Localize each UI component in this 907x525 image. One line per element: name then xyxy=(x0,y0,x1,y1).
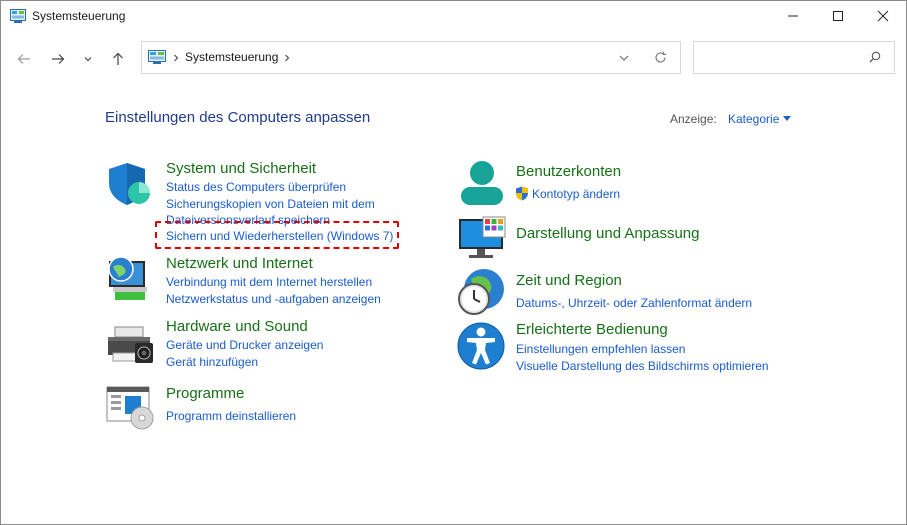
chevron-right-icon[interactable] xyxy=(173,54,179,62)
link-devices-printers[interactable]: Geräte und Drucker anzeigen xyxy=(166,338,323,352)
highlight-box xyxy=(155,221,399,249)
category-title-appearance[interactable]: Darstellung und Anpassung xyxy=(516,225,699,242)
programs-icon[interactable] xyxy=(105,385,157,431)
address-bar[interactable]: Systemsteuerung xyxy=(141,41,681,74)
address-history-chevron-icon[interactable] xyxy=(619,55,629,61)
system-security-shield-icon[interactable] xyxy=(105,161,155,207)
category-title-programs[interactable]: Programme xyxy=(166,385,244,402)
close-icon xyxy=(877,10,889,22)
back-button[interactable] xyxy=(13,48,35,70)
minimize-icon xyxy=(788,15,798,17)
forward-button[interactable] xyxy=(47,48,69,70)
control-panel-icon xyxy=(10,9,26,23)
network-globe-icon[interactable] xyxy=(105,255,157,303)
maximize-button[interactable] xyxy=(815,1,861,31)
link-recommend-settings[interactable]: Einstellungen empfehlen lassen xyxy=(516,342,685,356)
category-title-time-region[interactable]: Zeit und Region xyxy=(516,272,622,289)
title-bar: Systemsteuerung xyxy=(1,1,906,31)
navigation-bar: Systemsteuerung xyxy=(1,39,906,79)
category-title-network-internet[interactable]: Netzwerk und Internet xyxy=(166,255,313,272)
control-panel-window: Systemsteuerung Systemsteuerung Einstell… xyxy=(0,0,907,525)
search-box[interactable] xyxy=(693,41,895,74)
link-check-computer-status[interactable]: Status des Computers überprüfen xyxy=(166,180,346,194)
chevron-down-icon xyxy=(84,57,92,62)
uac-shield-icon xyxy=(516,186,528,201)
arrow-up-icon xyxy=(113,52,123,65)
link-add-device[interactable]: Gerät hinzufügen xyxy=(166,355,258,369)
category-title-ease-of-access[interactable]: Erleichterte Bedienung xyxy=(516,321,668,338)
control-panel-icon xyxy=(148,50,166,64)
recent-locations-button[interactable] xyxy=(81,48,95,70)
category-title-user-accounts[interactable]: Benutzerkonten xyxy=(516,163,621,180)
close-button[interactable] xyxy=(860,1,906,31)
up-button[interactable] xyxy=(107,48,129,70)
window-title: Systemsteuerung xyxy=(32,9,126,23)
search-icon[interactable] xyxy=(869,51,881,63)
printer-icon[interactable] xyxy=(105,325,157,369)
user-accounts-icon[interactable] xyxy=(457,159,507,207)
clock-globe-icon[interactable] xyxy=(457,267,507,317)
link-network-status[interactable]: Netzwerkstatus und -aufgaben anzeigen xyxy=(166,292,381,306)
link-date-time-format[interactable]: Datums-, Uhrzeit- oder Zahlenformat ände… xyxy=(516,296,752,310)
minimize-button[interactable] xyxy=(770,1,816,31)
link-uninstall-program[interactable]: Programm deinstallieren xyxy=(166,409,296,423)
maximize-icon xyxy=(833,11,843,21)
link-connect-internet[interactable]: Verbindung mit dem Internet herstellen xyxy=(166,275,372,289)
page-heading: Einstellungen des Computers anpassen xyxy=(105,109,371,126)
arrow-right-icon xyxy=(52,54,65,64)
category-title-hardware-sound[interactable]: Hardware und Sound xyxy=(166,318,308,335)
view-by-label: Anzeige: xyxy=(670,112,717,126)
arrow-left-icon xyxy=(17,54,30,64)
refresh-icon[interactable] xyxy=(654,51,667,64)
breadcrumb-systemsteuerung[interactable]: Systemsteuerung xyxy=(185,50,278,64)
appearance-monitor-icon[interactable] xyxy=(457,215,509,261)
accessibility-icon[interactable] xyxy=(457,321,507,371)
link-optimize-display[interactable]: Visuelle Darstellung des Bildschirms opt… xyxy=(516,359,769,373)
category-title-system-security[interactable]: System und Sicherheit xyxy=(166,160,316,177)
view-by-dropdown[interactable]: Kategorie xyxy=(728,112,779,126)
link-change-account-type[interactable]: Kontotyp ändern xyxy=(532,187,620,201)
search-input[interactable] xyxy=(700,48,854,68)
caret-down-icon[interactable] xyxy=(783,116,791,121)
chevron-right-icon[interactable] xyxy=(284,54,290,62)
